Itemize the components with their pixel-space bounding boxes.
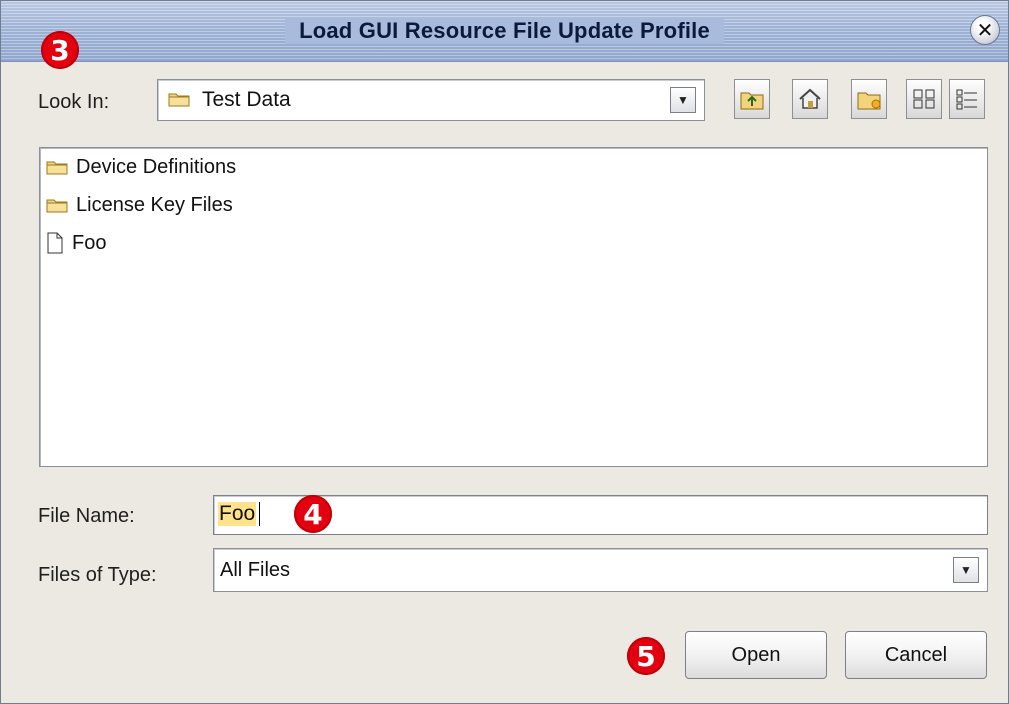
files-of-type-value: All Files bbox=[220, 559, 291, 581]
files-of-type-dropdown-button[interactable]: ▼ bbox=[953, 557, 979, 583]
list-item-label: License Key Files bbox=[76, 193, 233, 216]
cancel-button[interactable]: Cancel bbox=[845, 631, 987, 679]
close-button[interactable]: ✕ bbox=[970, 15, 1000, 45]
list-item-label: Device Definitions bbox=[76, 155, 237, 178]
title-area: Load GUI Resource File Update Profile bbox=[1, 1, 1008, 61]
file-name-value: Foo bbox=[218, 502, 257, 526]
chevron-down-icon: ▼ bbox=[677, 93, 689, 107]
list-view-icon bbox=[913, 89, 935, 109]
up-folder-button[interactable] bbox=[734, 79, 770, 119]
open-button[interactable]: Open bbox=[685, 631, 827, 679]
new-folder-button[interactable] bbox=[851, 79, 887, 119]
callout-badge-5: 5 bbox=[627, 637, 665, 675]
new-folder-icon bbox=[857, 92, 881, 110]
look-in-label: Look In: bbox=[38, 91, 110, 113]
file-name-label: File Name: bbox=[38, 505, 135, 527]
chevron-down-icon: ▼ bbox=[960, 563, 972, 577]
list-item[interactable]: License Key Files bbox=[46, 190, 233, 220]
text-caret bbox=[259, 502, 260, 526]
files-of-type-label: Files of Type: bbox=[38, 564, 157, 586]
files-of-type-combobox[interactable]: All Files ▼ bbox=[213, 548, 988, 592]
file-dialog-window: Load GUI Resource File Update Profile ✕ … bbox=[0, 0, 1009, 704]
file-list[interactable]: Device Definitions License Key Files Foo bbox=[39, 147, 988, 467]
look-in-value: Test Data bbox=[202, 88, 291, 111]
details-view-button[interactable] bbox=[949, 79, 985, 119]
look-in-combobox[interactable]: Test Data ▼ bbox=[157, 79, 705, 121]
home-button[interactable] bbox=[792, 79, 828, 119]
folder-up-icon bbox=[740, 92, 764, 110]
title-bar[interactable]: Load GUI Resource File Update Profile ✕ bbox=[1, 1, 1008, 62]
callout-badge-4: 4 bbox=[294, 495, 332, 533]
file-icon bbox=[47, 232, 63, 254]
callout-badge-3: 3 bbox=[41, 31, 79, 69]
list-item-label: Foo bbox=[72, 231, 107, 254]
folder-icon bbox=[46, 199, 68, 213]
window-title: Load GUI Resource File Update Profile bbox=[285, 18, 724, 44]
details-view-icon bbox=[956, 89, 977, 110]
look-in-dropdown-button[interactable]: ▼ bbox=[670, 87, 696, 113]
list-item[interactable]: Device Definitions bbox=[46, 152, 236, 182]
folder-icon bbox=[168, 93, 190, 107]
list-item[interactable]: Foo bbox=[46, 228, 106, 258]
close-icon: ✕ bbox=[976, 19, 994, 42]
folder-icon bbox=[46, 161, 68, 175]
home-icon bbox=[799, 88, 821, 109]
list-view-button[interactable] bbox=[906, 79, 942, 119]
